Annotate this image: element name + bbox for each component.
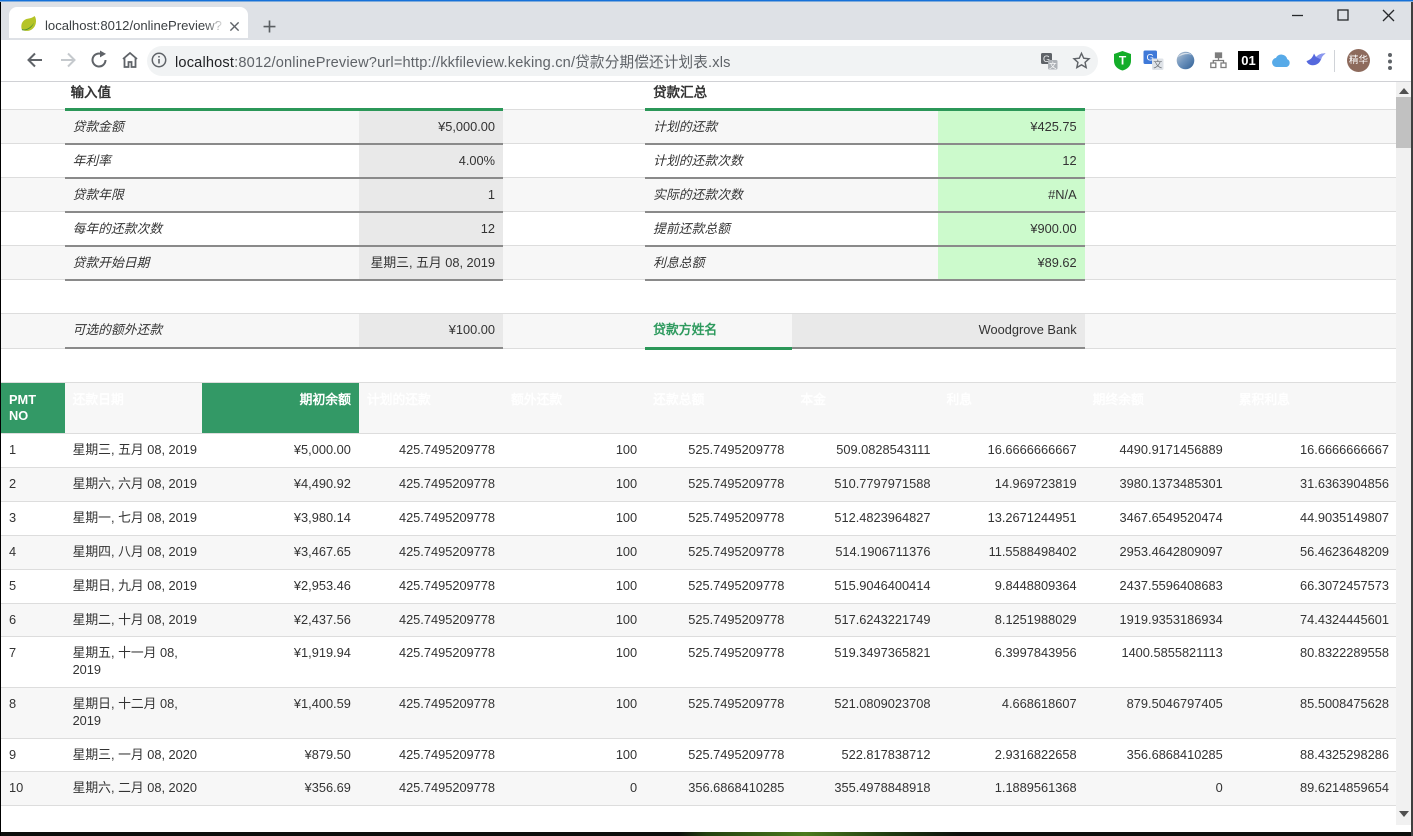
svg-text:文: 文 — [1153, 59, 1162, 70]
svg-text:T: T — [1119, 54, 1127, 68]
svg-text:文: 文 — [1049, 60, 1057, 70]
